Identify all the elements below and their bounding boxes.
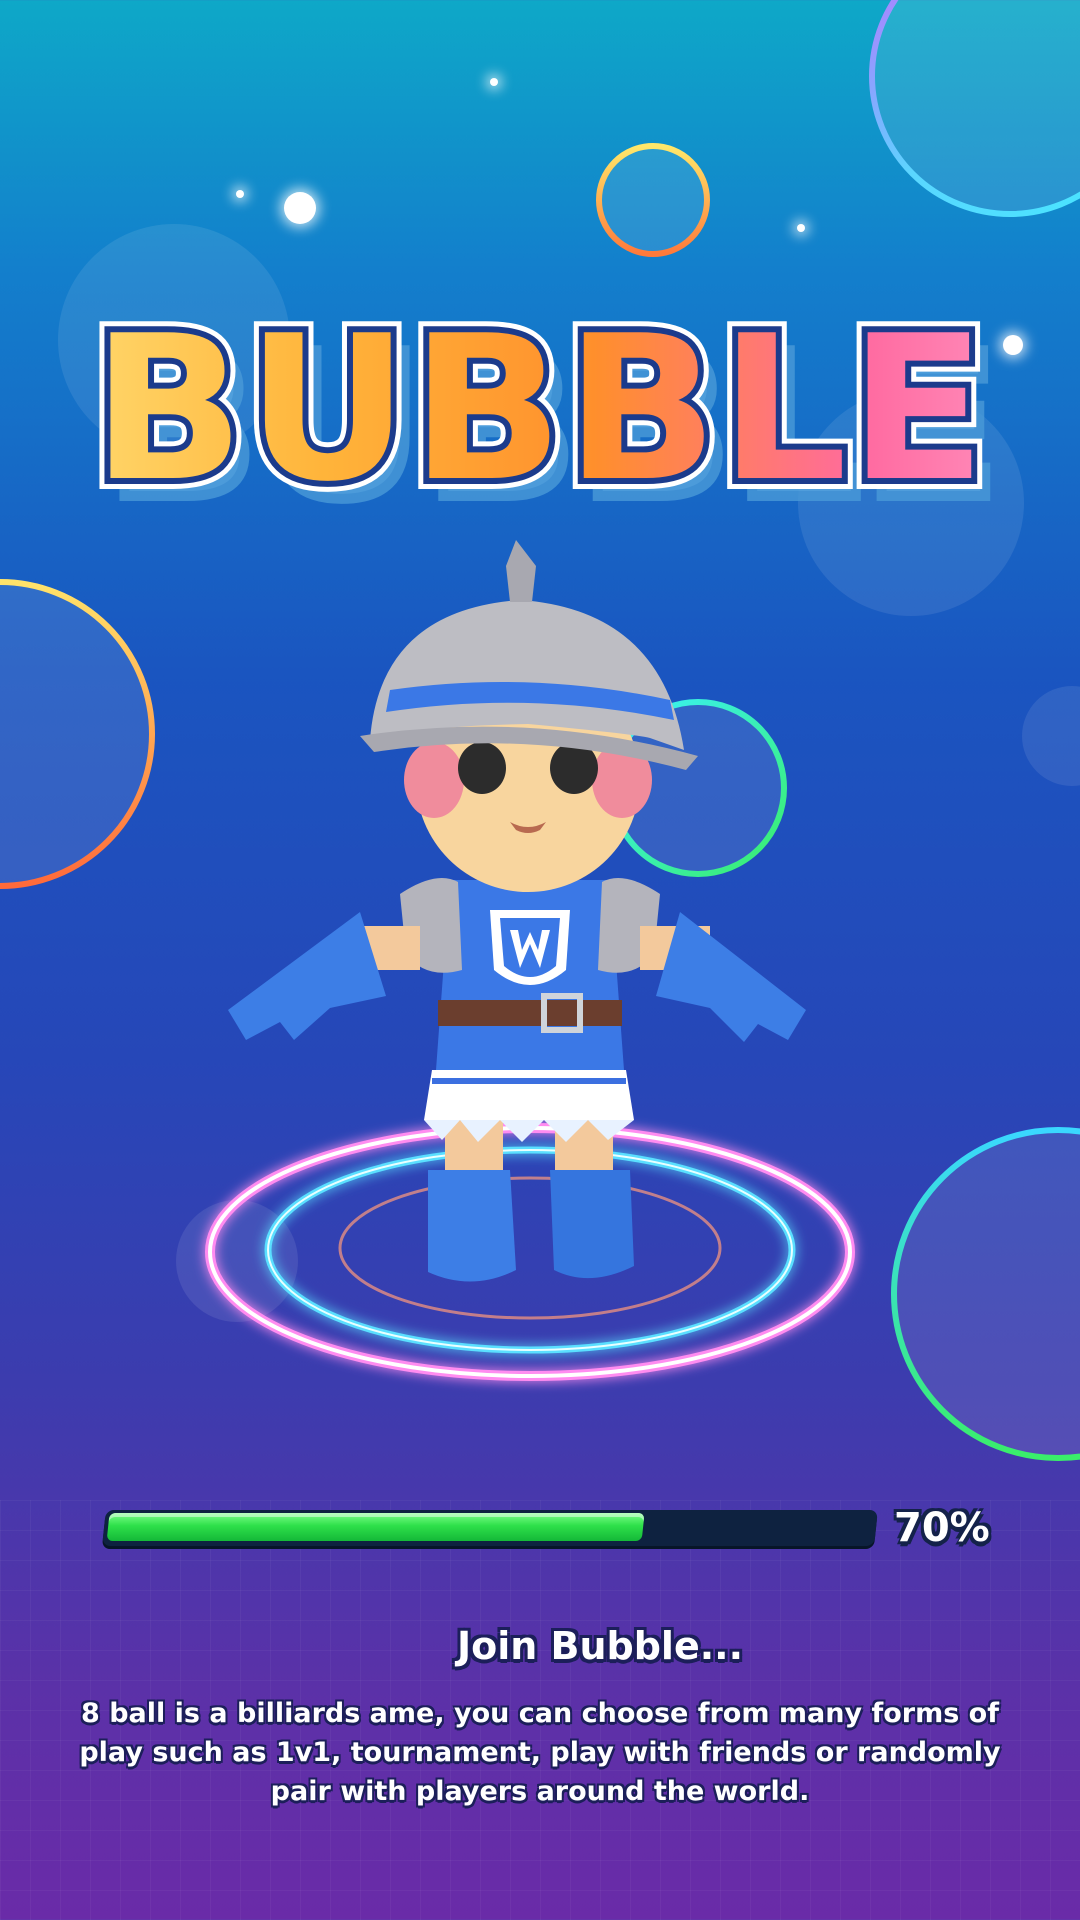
sparkle-dot (490, 78, 498, 86)
ring-left (0, 579, 155, 889)
ring-top-right (869, 0, 1080, 217)
knight-character-icon (228, 540, 806, 1282)
game-description: 8 ball is a billiards ame, you can choos… (79, 1698, 1001, 1807)
game-title: BUBBLE (0, 300, 1080, 520)
loading-progress-fill (106, 1513, 645, 1541)
ring-bottom-right (891, 1127, 1080, 1461)
sparkle-dot (284, 192, 316, 224)
ring-top-small (596, 143, 710, 257)
sparkle-dot (797, 224, 805, 232)
join-message: Join Bubble... (456, 1624, 744, 1668)
sparkle-dot (236, 190, 244, 198)
loading-percent-label: 70% (894, 1505, 990, 1551)
loading-progress-bar (102, 1510, 878, 1546)
